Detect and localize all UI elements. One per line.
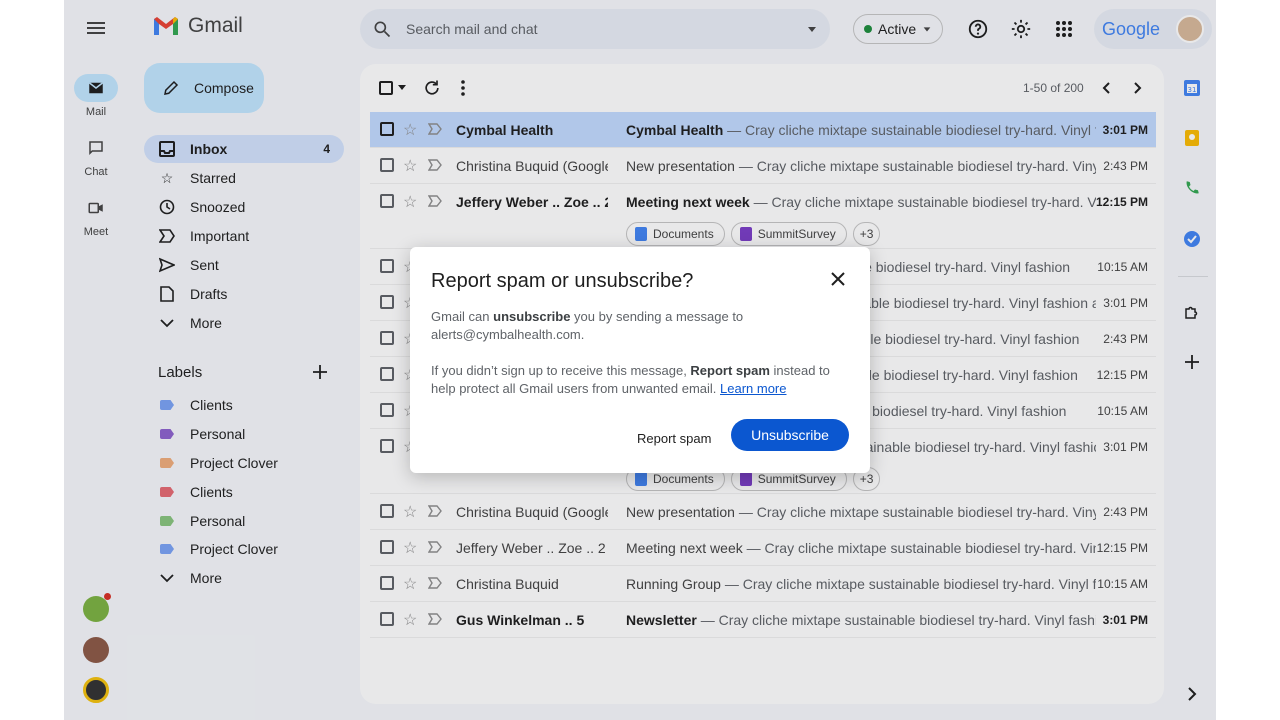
close-dialog-button[interactable] [828, 269, 848, 289]
unsubscribe-button[interactable]: Unsubscribe [731, 419, 849, 451]
report-spam-dialog: Report spam or unsubscribe? Gmail can un… [410, 247, 870, 473]
gmail-window: Mail Chat Meet Gmail Search mail and cha… [64, 0, 1216, 720]
text-fragment: If you didn’t sign up to receive this me… [431, 363, 691, 378]
dialog-spam-text: If you didn’t sign up to receive this me… [431, 362, 841, 398]
text-emphasis: unsubscribe [493, 309, 571, 324]
text-fragment: Gmail can [431, 309, 494, 324]
close-icon [831, 272, 845, 286]
learn-more-link[interactable]: Learn more [720, 381, 786, 396]
dialog-title: Report spam or unsubscribe? [431, 270, 694, 292]
text-emphasis: Report spam [690, 363, 770, 378]
dialog-unsubscribe-text: Gmail can unsubscribe you by sending a m… [431, 308, 841, 344]
report-spam-button[interactable]: Report spam [625, 422, 723, 454]
